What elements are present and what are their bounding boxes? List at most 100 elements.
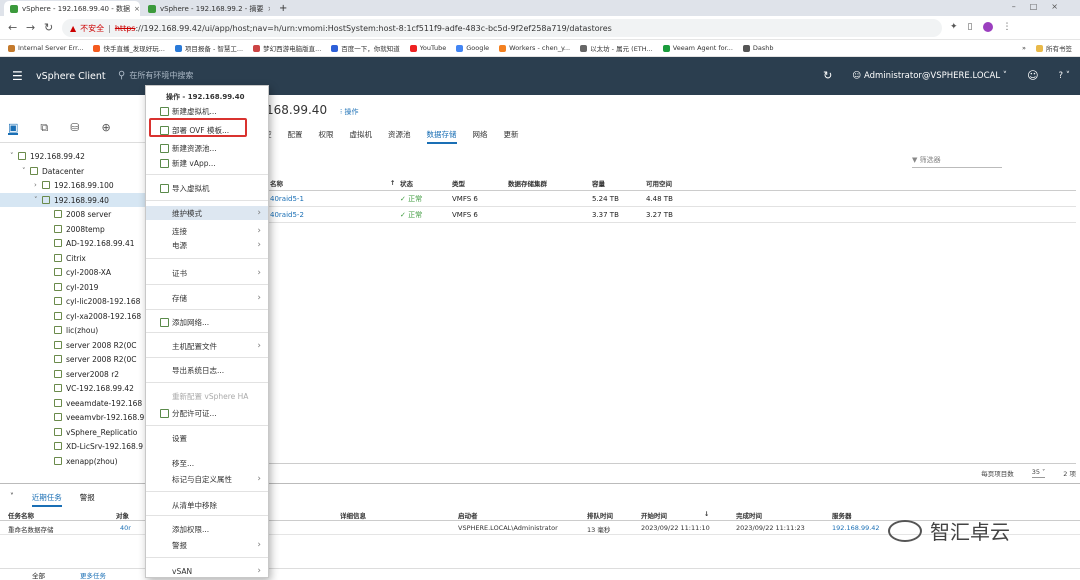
bookmark-item[interactable]: 以太坊 - 属元 (ETH...: [580, 43, 653, 53]
col-name[interactable]: 名称: [266, 178, 386, 188]
tree-node[interactable]: cyl-2008-XA: [0, 265, 145, 279]
context-menu-item[interactable]: vSAN ›: [146, 564, 268, 578]
context-menu-item[interactable]: 导入虚拟机: [146, 181, 268, 195]
tree-node[interactable]: vSphere_Replicatio: [0, 425, 145, 439]
refresh-icon[interactable]: ↻: [823, 69, 832, 82]
chevron-down-icon[interactable]: ˅: [10, 152, 18, 160]
tree-node[interactable]: server 2008 R2(0C: [0, 338, 145, 352]
tree-node[interactable]: ˅ Datacenter: [0, 164, 145, 178]
tree-node[interactable]: Citrix: [0, 251, 145, 265]
tab-alarms[interactable]: 警报: [80, 492, 95, 507]
tree-node[interactable]: veeamvbr-192.168.9: [0, 410, 145, 424]
bookmark-item[interactable]: Workers - chen_y...: [499, 44, 570, 52]
col-type[interactable]: 类型: [448, 178, 504, 188]
context-menu-item[interactable]: 导出系统日志...: [146, 363, 268, 377]
networking-icon[interactable]: ⊕: [101, 121, 110, 142]
bookmark-item[interactable]: Veeam Agent for...: [662, 44, 733, 52]
tasks-filter-select[interactable]: 全部: [32, 570, 45, 580]
context-menu-item[interactable]: 证书 ›: [146, 266, 268, 280]
tree-node[interactable]: ˅ 192.168.99.40: [0, 193, 145, 207]
browser-tab-2[interactable]: vSphere - 192.168.99.2 - 摘要 ×: [142, 1, 270, 16]
per-page-select[interactable]: 35 ˅: [1031, 468, 1046, 478]
tree-node[interactable]: server 2008 R2(0C: [0, 352, 145, 366]
tab-resource-pools[interactable]: 资源池: [388, 129, 411, 144]
hamburger-menu-icon[interactable]: ☰: [12, 69, 23, 83]
forward-arrow-icon[interactable]: →: [26, 21, 35, 34]
close-tab-icon[interactable]: ×: [130, 5, 140, 13]
col-cluster[interactable]: 数据存储集群: [504, 178, 588, 188]
vms-templates-icon[interactable]: ⧉: [40, 121, 48, 142]
more-menu-icon[interactable]: ⋮: [1003, 22, 1012, 32]
col-start[interactable]: 开始时间: [641, 510, 667, 520]
context-menu-item[interactable]: 标记与自定义属性 ›: [146, 472, 268, 486]
chevron-down-icon[interactable]: ˅: [22, 167, 30, 175]
datastore-name[interactable]: 40raid5-1: [266, 195, 396, 203]
tab-vms[interactable]: 虚拟机: [350, 129, 373, 144]
context-menu-item[interactable]: 警报 ›: [146, 538, 268, 552]
tree-node[interactable]: server2008 r2: [0, 367, 145, 381]
bookmark-item[interactable]: Internal Server Err...: [8, 44, 83, 52]
context-menu-item[interactable]: 新建虚拟机...: [146, 104, 268, 118]
tree-node[interactable]: › 192.168.99.100: [0, 178, 145, 192]
tree-node[interactable]: cyl-xa2008-192.168: [0, 309, 145, 323]
tree-node[interactable]: VC-192.168.99.42: [0, 381, 145, 395]
col-free-space[interactable]: 可用空间: [642, 178, 722, 188]
window-controls[interactable]: –□×: [1012, 2, 1072, 11]
user-menu[interactable]: ☺ Administrator@VSPHERE.LOCAL ˅: [852, 71, 1007, 81]
col-end[interactable]: 完成时间: [736, 510, 762, 520]
context-menu-item[interactable]: 添加网络...: [146, 315, 268, 329]
profile-avatar[interactable]: [982, 22, 993, 32]
global-search-input[interactable]: ⚲ 在所有环境中搜索: [118, 70, 193, 81]
sort-desc-icon[interactable]: ↓: [704, 510, 709, 518]
context-menu-item[interactable]: 新建 vApp...: [146, 156, 268, 170]
bookmark-item[interactable]: 梦幻西游电脑版直...: [253, 43, 321, 53]
bookmarks-more-button[interactable]: »: [1022, 44, 1026, 52]
chevron-down-icon[interactable]: ˅: [34, 196, 42, 204]
collapse-icon[interactable]: ˅: [10, 492, 14, 507]
all-bookmarks-button[interactable]: 所有书签: [1036, 43, 1080, 53]
reload-icon[interactable]: ↻: [44, 21, 53, 34]
back-arrow-icon[interactable]: ←: [8, 21, 17, 34]
more-tasks-link[interactable]: 更多任务: [80, 570, 106, 580]
sort-asc-icon[interactable]: ↑: [386, 179, 396, 187]
col-task-name[interactable]: 任务名称: [8, 510, 34, 520]
bookmark-item[interactable]: 百度一下，你就知道: [331, 43, 400, 53]
table-row[interactable]: 40raid5-1 ✓ 正常 VMFS 6 5.24 TB 4.48 TB: [266, 191, 1076, 207]
tree-node[interactable]: XD-LicSrv-192.168.9: [0, 439, 145, 453]
tree-node[interactable]: cyl-lic2008-192.168: [0, 294, 145, 308]
tab-permissions[interactable]: 权限: [319, 129, 334, 144]
col-queued[interactable]: 排队时间: [587, 510, 613, 520]
smiley-feedback-icon[interactable]: ☺: [1027, 69, 1038, 82]
bookmark-item[interactable]: 快手直播_发现好玩...: [93, 43, 165, 53]
sidebar-icon[interactable]: ▯: [968, 22, 973, 32]
tab-recent-tasks[interactable]: 近期任务: [31, 492, 62, 507]
col-capacity[interactable]: 容量: [588, 178, 642, 188]
context-menu-item[interactable]: 移至...: [146, 456, 268, 470]
bookmark-item[interactable]: Dashb: [742, 44, 774, 52]
col-details[interactable]: 详细信息: [340, 510, 366, 520]
tab-networks[interactable]: 网络: [473, 129, 488, 144]
context-menu-item[interactable]: 电源 ›: [146, 238, 268, 252]
hosts-clusters-icon[interactable]: ▣: [8, 121, 19, 135]
context-menu-item[interactable]: 设置: [146, 431, 268, 445]
close-tab-icon[interactable]: ×: [264, 5, 270, 13]
col-object[interactable]: 对象: [116, 510, 129, 520]
tree-node[interactable]: xenapp(zhou): [0, 454, 145, 468]
bookmark-item[interactable]: Google: [456, 44, 489, 52]
storage-icon[interactable]: ⛁: [70, 121, 79, 142]
bookmark-item[interactable]: 项目报备 - 智慧工...: [174, 43, 243, 53]
context-menu-item[interactable]: 主机配置文件 ›: [146, 339, 268, 353]
context-menu-item[interactable]: 维护模式 ›: [146, 206, 268, 220]
task-object[interactable]: 40r: [120, 524, 131, 532]
col-server[interactable]: 服务器: [832, 510, 852, 520]
col-status[interactable]: 状态: [396, 178, 448, 188]
context-menu-item[interactable]: 连接 ›: [146, 224, 268, 238]
datastore-name[interactable]: 40raid5-2: [266, 211, 396, 219]
bookmark-item[interactable]: YouTube: [409, 44, 446, 52]
tree-node[interactable]: lic(zhou): [0, 323, 145, 337]
tab-updates[interactable]: 更新: [504, 129, 519, 144]
tree-node[interactable]: ˅ 192.168.99.42: [0, 149, 145, 163]
tab-datastores[interactable]: 数据存储: [426, 129, 457, 144]
context-menu-item[interactable]: 分配许可证...: [146, 406, 268, 420]
filter-input[interactable]: ▼ 筛选器: [912, 155, 1002, 168]
